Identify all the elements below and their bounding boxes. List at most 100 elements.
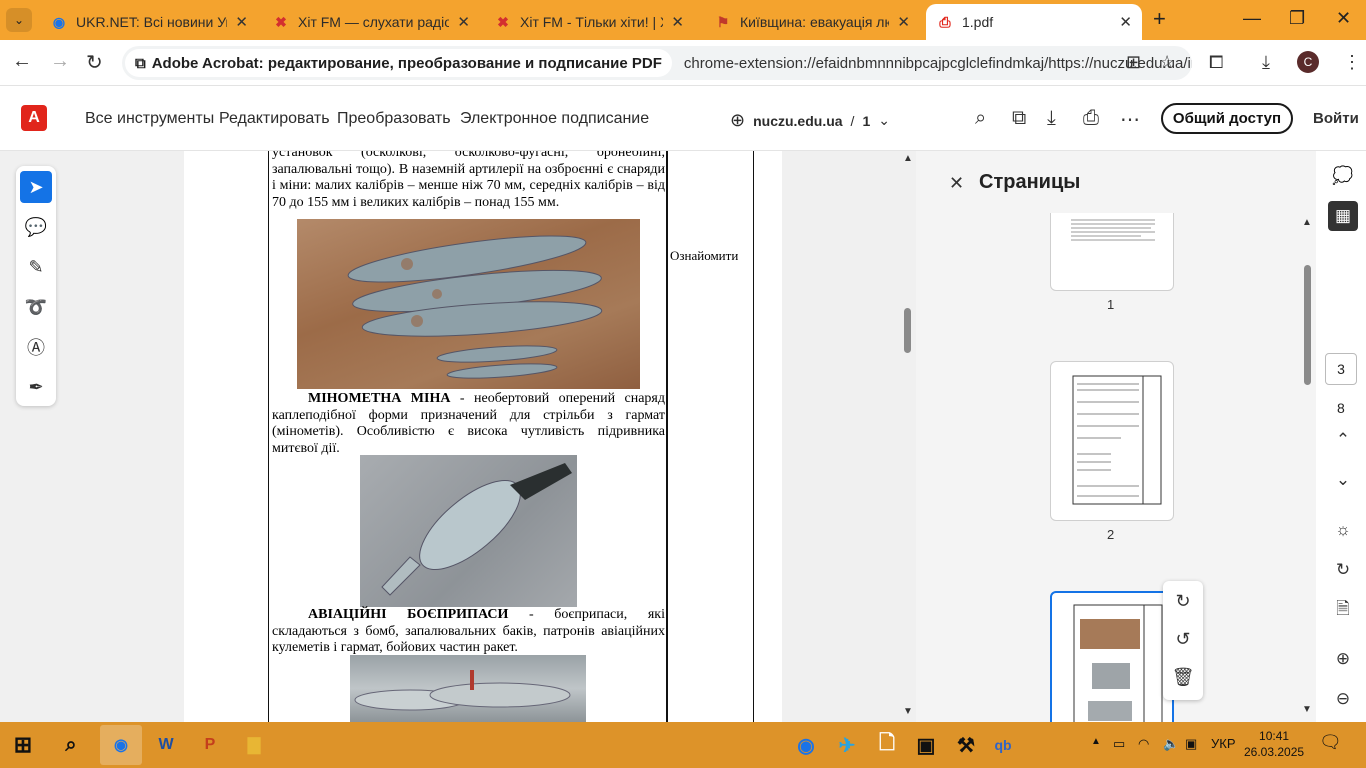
- close-tab-icon[interactable]: ✕: [1119, 13, 1132, 31]
- zoom-in-button[interactable]: ⊕: [1328, 644, 1358, 674]
- notification-badge-icon[interactable]: ▣: [1185, 736, 1197, 752]
- doc-page: 1: [862, 112, 871, 129]
- browser-tab[interactable]: ⚑ Київщина: евакуація людей ✕: [704, 4, 920, 40]
- download-icon[interactable]: ⤓: [1262, 52, 1270, 73]
- qbittorrent-button[interactable]: qb: [982, 725, 1024, 765]
- chevron-down-icon: ⌄: [1335, 470, 1351, 489]
- thumb-page-number: 1: [1107, 297, 1115, 312]
- current-page-input[interactable]: 3: [1325, 353, 1357, 385]
- address-bar[interactable]: ⧉ Adobe Acrobat: редактирование, преобра…: [122, 46, 1192, 80]
- browser-tab[interactable]: ◉ UKR.NET: Всі новини Україн ✕: [40, 4, 258, 40]
- chrome-taskbar-button[interactable]: ◉: [100, 725, 142, 765]
- search-icon[interactable]: ⌕: [975, 107, 986, 130]
- highlight-tool-button[interactable]: ✎: [20, 251, 52, 283]
- close-panel-button[interactable]: ✕: [949, 173, 964, 194]
- kebab-menu-icon[interactable]: ⋮: [1343, 52, 1361, 73]
- document-name[interactable]: ⊕ nuczu.edu.ua / 1 ⌄: [730, 110, 890, 131]
- menu-edit[interactable]: Редактировать: [219, 110, 330, 128]
- page-thumbnail-2[interactable]: [1050, 361, 1174, 521]
- tab-search-button[interactable]: ⌄: [6, 8, 32, 32]
- refresh-button[interactable]: ↻: [1328, 555, 1358, 585]
- next-page-button[interactable]: ⌄: [1328, 465, 1358, 495]
- close-icon: ✕: [949, 173, 965, 193]
- previous-page-button[interactable]: ⌃: [1328, 425, 1358, 455]
- bookmark-star-icon[interactable]: ☆: [1159, 52, 1175, 73]
- notepad-button[interactable]: 🗋: [866, 725, 908, 765]
- explorer-taskbar-button[interactable]: ▇: [233, 725, 275, 765]
- menu-all-tools[interactable]: Все инструменты: [85, 110, 214, 128]
- viewer-scrollbar-thumb[interactable]: [904, 308, 911, 353]
- comments-panel-button[interactable]: 💭: [1328, 161, 1358, 191]
- delete-page-button[interactable]: 🗑: [1171, 665, 1195, 689]
- select-tool-button[interactable]: ➤: [20, 171, 52, 203]
- reload-button[interactable]: ↻: [86, 50, 103, 75]
- share-button[interactable]: Общий доступ: [1161, 103, 1293, 134]
- scroll-up-icon[interactable]: ▲: [903, 153, 913, 164]
- more-options-icon[interactable]: ⋯: [1120, 107, 1140, 132]
- word-taskbar-button[interactable]: W: [145, 725, 187, 765]
- wifi-icon[interactable]: ◠: [1138, 736, 1149, 752]
- telegram-button[interactable]: ✈: [826, 725, 868, 765]
- action-center-icon[interactable]: 🗨: [1319, 732, 1342, 753]
- browser-tab[interactable]: ✖ Хіт FM - Тільки хіти! | Хіт FM ✕: [484, 4, 694, 40]
- sign-tool-button[interactable]: ✒: [20, 371, 52, 403]
- print-icon[interactable]: ⎙: [1083, 107, 1099, 130]
- pages-panel-button[interactable]: ▦: [1328, 201, 1358, 231]
- profile-avatar[interactable]: C: [1297, 51, 1319, 73]
- search-button[interactable]: ⌕: [50, 725, 92, 765]
- tray-overflow-icon[interactable]: ▲: [1091, 736, 1101, 747]
- panel-scrollbar-thumb[interactable]: [1304, 265, 1311, 385]
- close-tab-icon[interactable]: ✕: [897, 13, 910, 31]
- page-thumbnail-1[interactable]: [1050, 213, 1174, 291]
- ukrnet-favicon-icon: ◉: [52, 13, 66, 30]
- comment-tool-button[interactable]: 💬: [20, 211, 52, 243]
- download-icon[interactable]: ⤓: [1047, 107, 1056, 130]
- thumb-lines: [1073, 604, 1163, 722]
- restore-button[interactable]: ❐: [1289, 8, 1305, 29]
- powerpoint-taskbar-button[interactable]: P: [189, 725, 231, 765]
- acrobat-logo-icon[interactable]: A: [21, 105, 47, 131]
- chrome-pinned-button[interactable]: ◉: [785, 725, 827, 765]
- document-viewer[interactable]: установок (осколкові, осколково-фугасні,…: [0, 151, 916, 722]
- system-clock[interactable]: 10:41 26.03.2025: [1244, 728, 1304, 760]
- login-button[interactable]: Войти: [1313, 110, 1359, 127]
- zoom-out-button[interactable]: ⊖: [1328, 684, 1358, 714]
- start-button[interactable]: ⊞: [2, 725, 44, 765]
- battery-icon[interactable]: ▭: [1113, 736, 1125, 752]
- close-tab-icon[interactable]: ✕: [457, 13, 470, 31]
- brightness-button[interactable]: ☼: [1328, 515, 1358, 545]
- text-tool-button[interactable]: Ⓐ: [20, 331, 52, 363]
- close-tab-icon[interactable]: ✕: [671, 13, 684, 31]
- close-window-button[interactable]: ✕: [1336, 8, 1351, 29]
- extensions-icon[interactable]: ⧠: [1209, 52, 1223, 73]
- rotate-clockwise-button[interactable]: ↻: [1171, 589, 1195, 613]
- translate-icon[interactable]: ⊞: [1126, 52, 1141, 73]
- doc-separator: /: [850, 112, 855, 129]
- site-chip[interactable]: ⧉ Adobe Acrobat: редактирование, преобра…: [125, 49, 672, 77]
- save-copy-button[interactable]: 🗎: [1328, 595, 1358, 625]
- close-tab-icon[interactable]: ✕: [235, 13, 248, 31]
- browser-tab[interactable]: ✖ Хіт FM — слухати радіо онл ✕: [262, 4, 480, 40]
- minimize-button[interactable]: —: [1243, 8, 1261, 29]
- photos-button[interactable]: ▣: [905, 725, 947, 765]
- menu-convert[interactable]: Преобразовать: [337, 110, 451, 128]
- scroll-down-icon[interactable]: ▼: [903, 706, 913, 717]
- tools-icon: ⚒: [957, 734, 975, 757]
- file-icon: 🗎: [1336, 598, 1350, 618]
- browser-tab-active[interactable]: ⎙ 1.pdf ✕: [926, 4, 1142, 40]
- rotate-counterclockwise-button[interactable]: ↺: [1171, 627, 1195, 651]
- panel-scroll-down-icon[interactable]: ▼: [1302, 704, 1312, 715]
- menu-esign[interactable]: Электронное подписание: [460, 110, 649, 128]
- new-tab-button[interactable]: +: [1153, 6, 1166, 32]
- tools-button[interactable]: ⚒: [945, 725, 987, 765]
- draw-tool-button[interactable]: ➰: [20, 291, 52, 323]
- panel-scroll-up-icon[interactable]: ▲: [1302, 217, 1312, 228]
- page-thumbnail-3[interactable]: [1050, 591, 1174, 722]
- chrome-icon: ◉: [114, 737, 128, 754]
- page-view-icon[interactable]: ⧉: [1012, 107, 1026, 130]
- windows-logo-icon: ⊞: [13, 732, 33, 757]
- forward-button[interactable]: →: [50, 50, 70, 73]
- back-button[interactable]: ←: [12, 50, 32, 73]
- volume-icon[interactable]: 🔈: [1163, 736, 1179, 752]
- language-indicator[interactable]: УКР: [1211, 736, 1236, 751]
